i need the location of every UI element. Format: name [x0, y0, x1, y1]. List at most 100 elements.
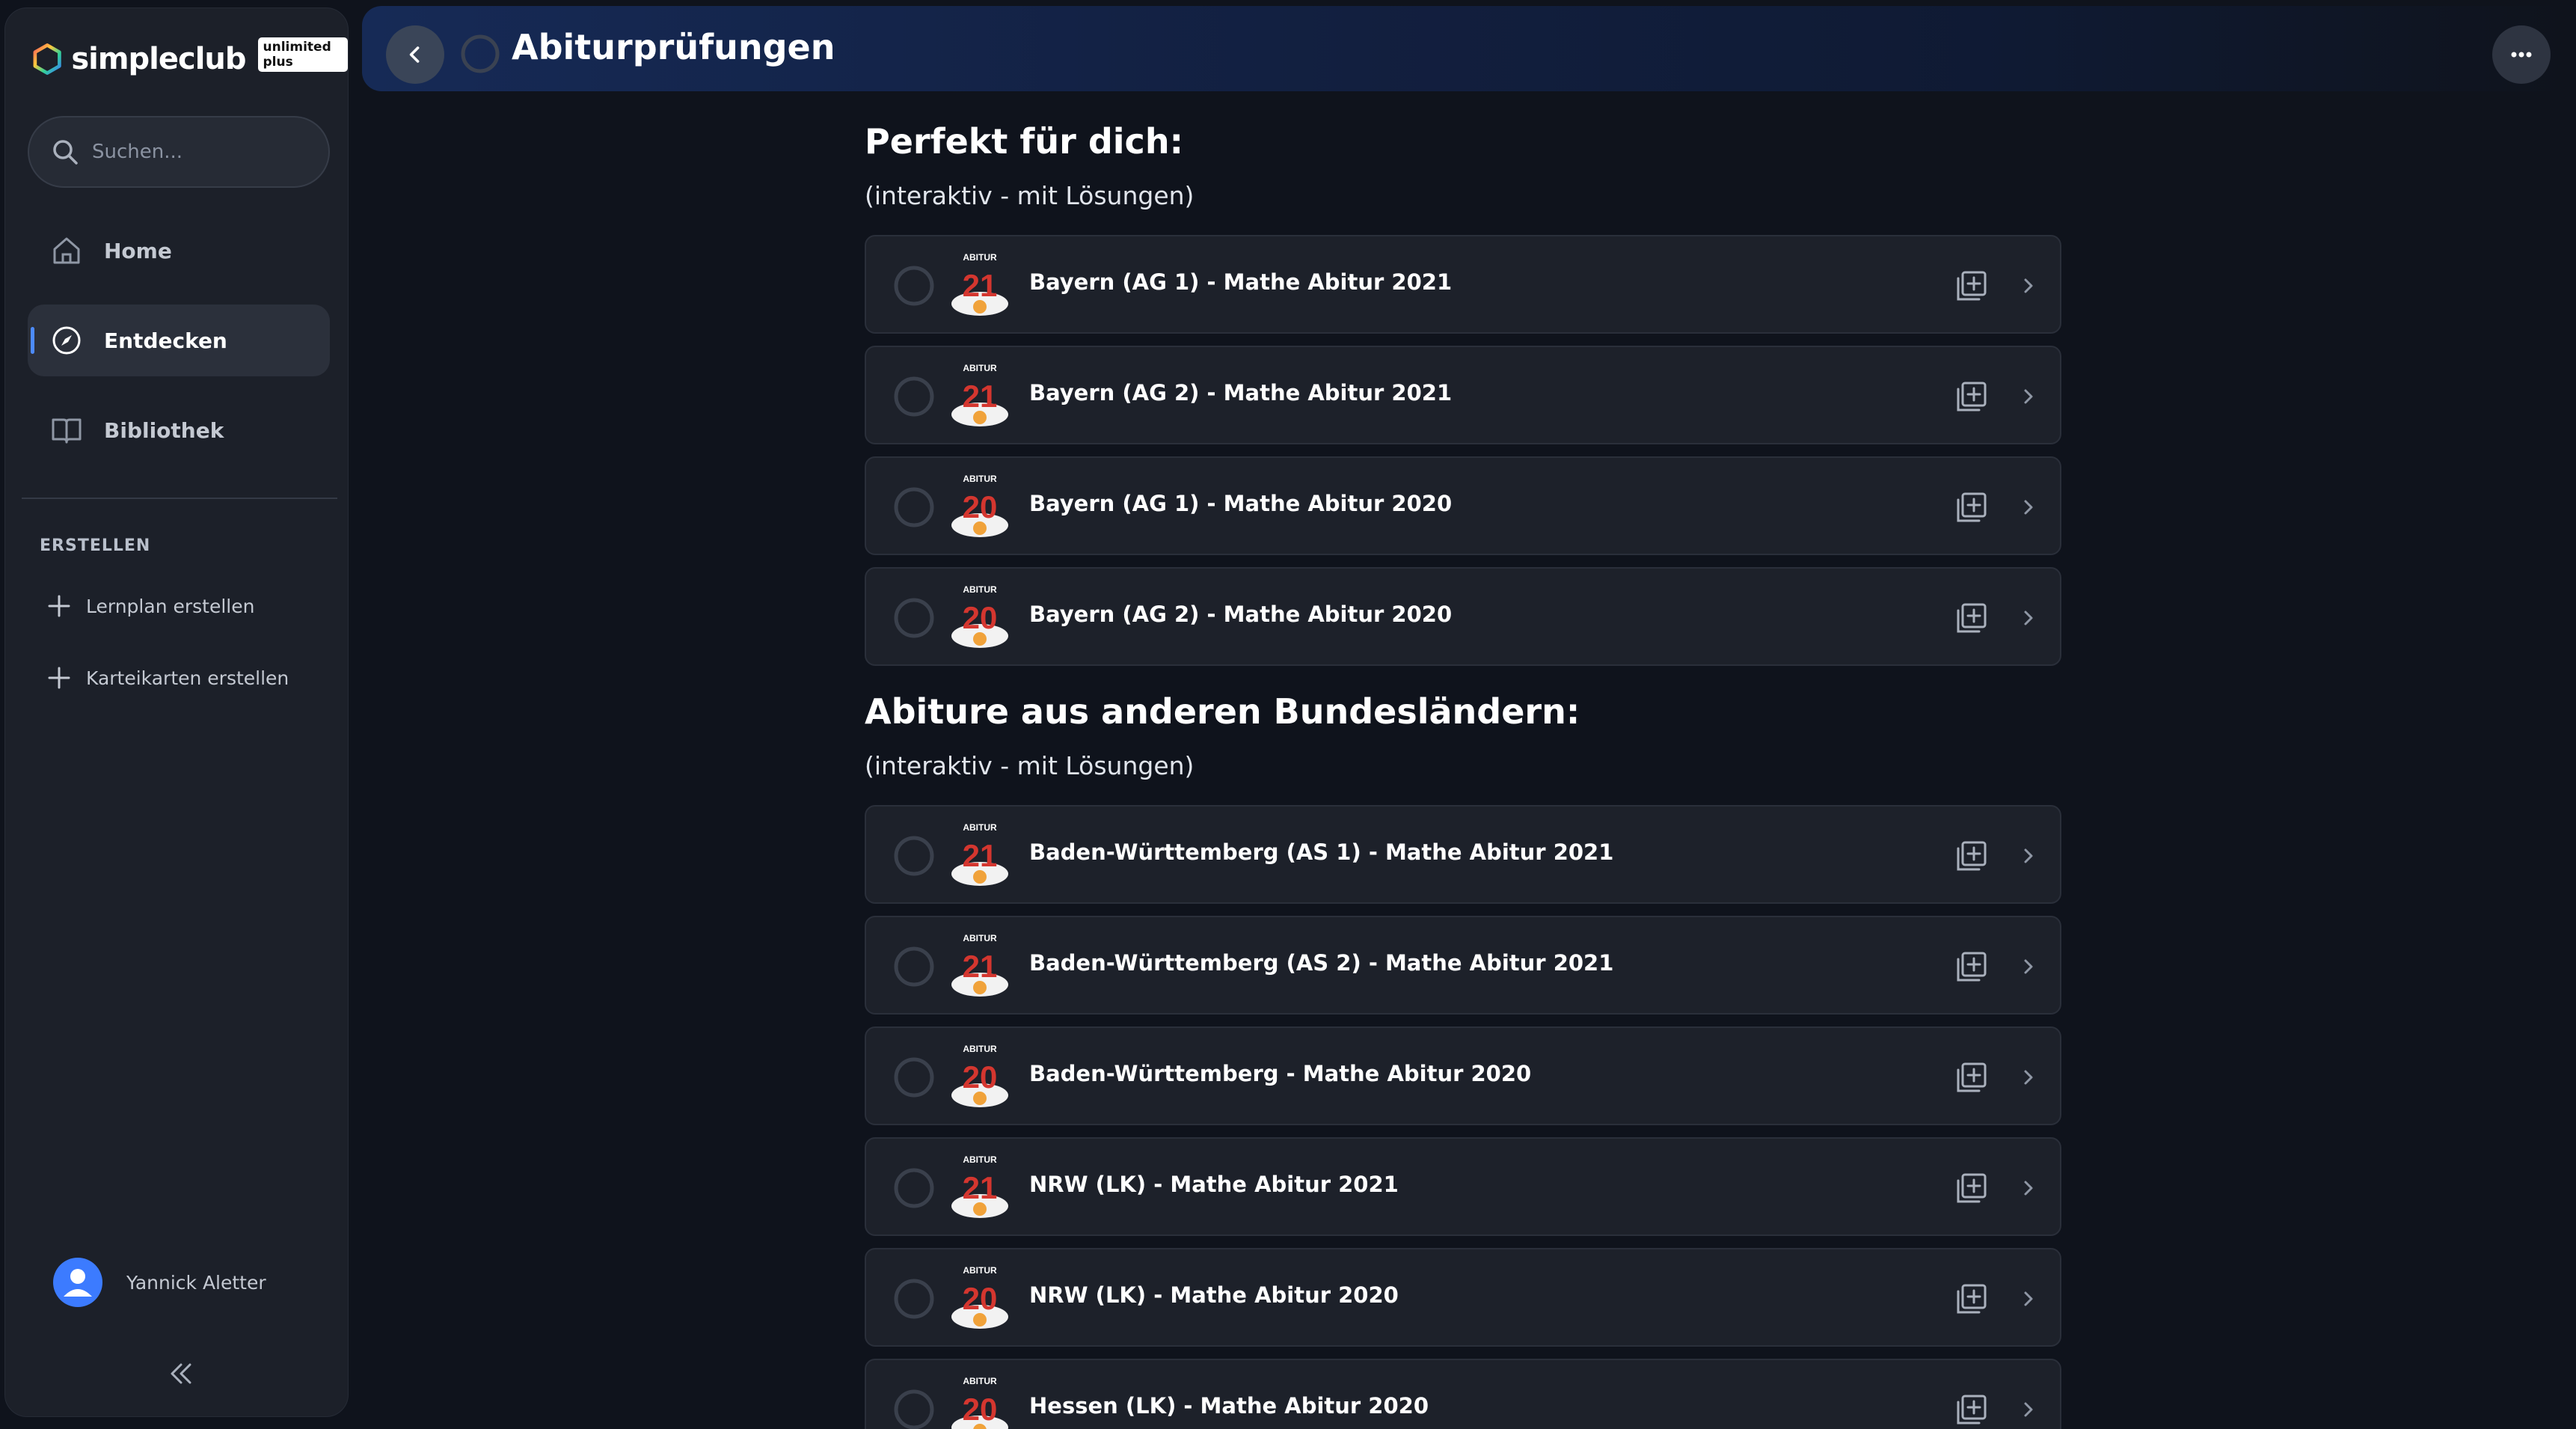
abitur-badge-icon: ABITUR 20 — [951, 584, 1008, 648]
abitur-badge-icon: ABITUR 21 — [951, 252, 1008, 316]
list-item-title: Bayern (AG 1) - Mathe Abitur 2021 — [1029, 269, 1453, 295]
add-to-library-icon[interactable] — [1955, 1061, 1988, 1094]
chevron-right-icon — [2024, 1402, 2033, 1417]
section-title: Perfekt für dich: — [865, 121, 1183, 162]
abitur-badge-icon: ABITUR 21 — [951, 933, 1008, 997]
hexagon-logo-icon — [33, 43, 61, 75]
list-item-title: Bayern (AG 1) - Mathe Abitur 2020 — [1029, 491, 1453, 516]
list-item[interactable]: ABITUR 21 NRW (LK) - Mathe Abitur 2021 — [865, 1137, 2061, 1236]
list-item-title: Hessen (LK) - Mathe Abitur 2020 — [1029, 1393, 1429, 1419]
list-item[interactable]: ABITUR 20 Hessen (LK) - Mathe Abitur 2020 — [865, 1359, 2061, 1429]
user-profile[interactable]: Yannick Aletter — [53, 1258, 266, 1307]
badge-year: 20 — [963, 1281, 998, 1316]
chevron-right-icon — [2024, 848, 2033, 863]
completion-circle-icon[interactable] — [893, 486, 935, 528]
sidebar: simpleclub unlimited plus Home Entdecken — [4, 7, 349, 1417]
badge-label: ABITUR — [963, 1376, 997, 1386]
chevron-right-icon — [2024, 611, 2033, 625]
chevron-right-icon — [2024, 1070, 2033, 1085]
create-karteikarten-button[interactable]: Karteikarten erstellen — [46, 659, 289, 697]
plus-icon — [48, 667, 70, 689]
sidebar-item-entdecken[interactable]: Entdecken — [28, 305, 330, 376]
create-lernplan-button[interactable]: Lernplan erstellen — [46, 587, 254, 625]
collapse-sidebar-button[interactable] — [162, 1355, 200, 1392]
badge-label: ABITUR — [963, 933, 997, 943]
sidebar-item-bibliothek[interactable]: Bibliothek — [28, 394, 330, 466]
completion-circle-icon[interactable] — [893, 835, 935, 877]
badge-label: ABITUR — [963, 1044, 997, 1054]
badge-label: ABITUR — [963, 584, 997, 595]
app-root: simpleclub unlimited plus Home Entdecken — [0, 0, 2576, 1429]
badge-label: ABITUR — [963, 474, 997, 484]
badge-year: 20 — [963, 1059, 998, 1095]
badge-year: 21 — [963, 838, 998, 873]
add-to-library-icon[interactable] — [1955, 1282, 1988, 1315]
list-item-title: Bayern (AG 2) - Mathe Abitur 2020 — [1029, 602, 1453, 627]
add-to-library-icon[interactable] — [1955, 380, 1988, 413]
badge-year: 20 — [963, 1392, 998, 1427]
completion-circle-icon[interactable] — [893, 1278, 935, 1320]
book-icon — [52, 418, 82, 444]
completion-circle-icon[interactable] — [893, 946, 935, 988]
completion-circle-icon[interactable] — [893, 1167, 935, 1209]
list-item[interactable]: ABITUR 21 Bayern (AG 1) - Mathe Abitur 202… — [865, 235, 2061, 334]
brand-logo[interactable]: simpleclub unlimited plus — [32, 37, 348, 82]
badge-year: 21 — [963, 268, 998, 303]
page-header: Abiturprüfungen — [362, 6, 2569, 91]
sidebar-item-label: Entdecken — [104, 328, 227, 353]
more-horizontal-icon — [2511, 52, 2532, 58]
add-to-library-icon[interactable] — [1955, 602, 1988, 634]
abitur-badge-icon: ABITUR 21 — [951, 363, 1008, 426]
add-to-library-icon[interactable] — [1955, 950, 1988, 983]
brand-name: simpleclub — [71, 42, 246, 76]
add-to-library-icon[interactable] — [1955, 491, 1988, 524]
completion-circle-icon[interactable] — [893, 1056, 935, 1098]
plan-badge: unlimited plus — [257, 37, 348, 72]
badge-year: 21 — [963, 1170, 998, 1205]
list-item[interactable]: ABITUR 21 Baden-Württemberg (AS 1) - Mathe… — [865, 805, 2061, 904]
sidebar-item-home[interactable]: Home — [28, 215, 330, 287]
sidebar-item-label: Bibliothek — [104, 417, 224, 443]
badge-year: 20 — [963, 489, 998, 524]
user-icon — [64, 1269, 92, 1297]
list-item-title: Baden-Württemberg (AS 2) - Mathe Abitur … — [1029, 950, 1614, 976]
abitur-badge-icon: ABITUR 21 — [951, 1154, 1008, 1218]
section-subtitle: (interaktiv - mit Lösungen) — [865, 181, 1195, 210]
chevron-right-icon — [2024, 278, 2033, 293]
list-item-title: NRW (LK) - Mathe Abitur 2020 — [1029, 1282, 1399, 1308]
search-input[interactable] — [92, 141, 316, 163]
list-item[interactable]: ABITUR 21 Baden-Württemberg (AS 2) - Mathe… — [865, 916, 2061, 1015]
list-item[interactable]: ABITUR 20 NRW (LK) - Mathe Abitur 2020 — [865, 1248, 2061, 1347]
list-item[interactable]: ABITUR 20 Bayern (AG 2) - Mathe Abitur 202… — [865, 567, 2061, 666]
add-to-library-icon[interactable] — [1955, 1393, 1988, 1426]
abitur-badge-icon: ABITUR 21 — [951, 822, 1008, 886]
home-icon — [53, 237, 80, 264]
abitur-badge-icon: ABITUR 20 — [951, 1265, 1008, 1329]
completion-circle-icon[interactable] — [893, 597, 935, 639]
add-to-library-icon[interactable] — [1955, 1172, 1988, 1205]
list-item[interactable]: ABITUR 21 Bayern (AG 2) - Mathe Abitur 202… — [865, 346, 2061, 444]
list-item[interactable]: ABITUR 20 Baden-Württemberg - Mathe Abitur… — [865, 1026, 2061, 1125]
badge-label: ABITUR — [963, 822, 997, 833]
compass-icon — [52, 326, 81, 355]
create-item-label: Karteikarten erstellen — [86, 667, 289, 689]
chevron-right-icon — [2024, 1291, 2033, 1306]
user-name: Yannick Aletter — [126, 1271, 266, 1294]
search-box[interactable] — [28, 116, 330, 188]
add-to-library-icon[interactable] — [1955, 839, 1988, 872]
page-title: Abiturprüfungen — [512, 27, 835, 67]
list-item-title: Baden-Württemberg - Mathe Abitur 2020 — [1029, 1061, 1532, 1086]
section-title: Abiture aus anderen Bundesländern: — [865, 691, 1580, 732]
completion-circle-icon[interactable] — [893, 265, 935, 307]
list-item-title: NRW (LK) - Mathe Abitur 2021 — [1029, 1172, 1399, 1197]
badge-label: ABITUR — [963, 1154, 997, 1165]
abitur-badge-icon: ABITUR 20 — [951, 1376, 1008, 1429]
list-item[interactable]: ABITUR 20 Bayern (AG 1) - Mathe Abitur 202… — [865, 456, 2061, 555]
completion-circle-icon[interactable] — [893, 1389, 935, 1429]
add-to-library-icon[interactable] — [1955, 269, 1988, 302]
list-item-title: Baden-Württemberg (AS 1) - Mathe Abitur … — [1029, 839, 1614, 865]
completion-circle-icon[interactable] — [893, 376, 935, 417]
chevron-right-icon — [2024, 500, 2033, 515]
more-options-button[interactable] — [2492, 25, 2551, 84]
back-button[interactable] — [386, 25, 444, 84]
